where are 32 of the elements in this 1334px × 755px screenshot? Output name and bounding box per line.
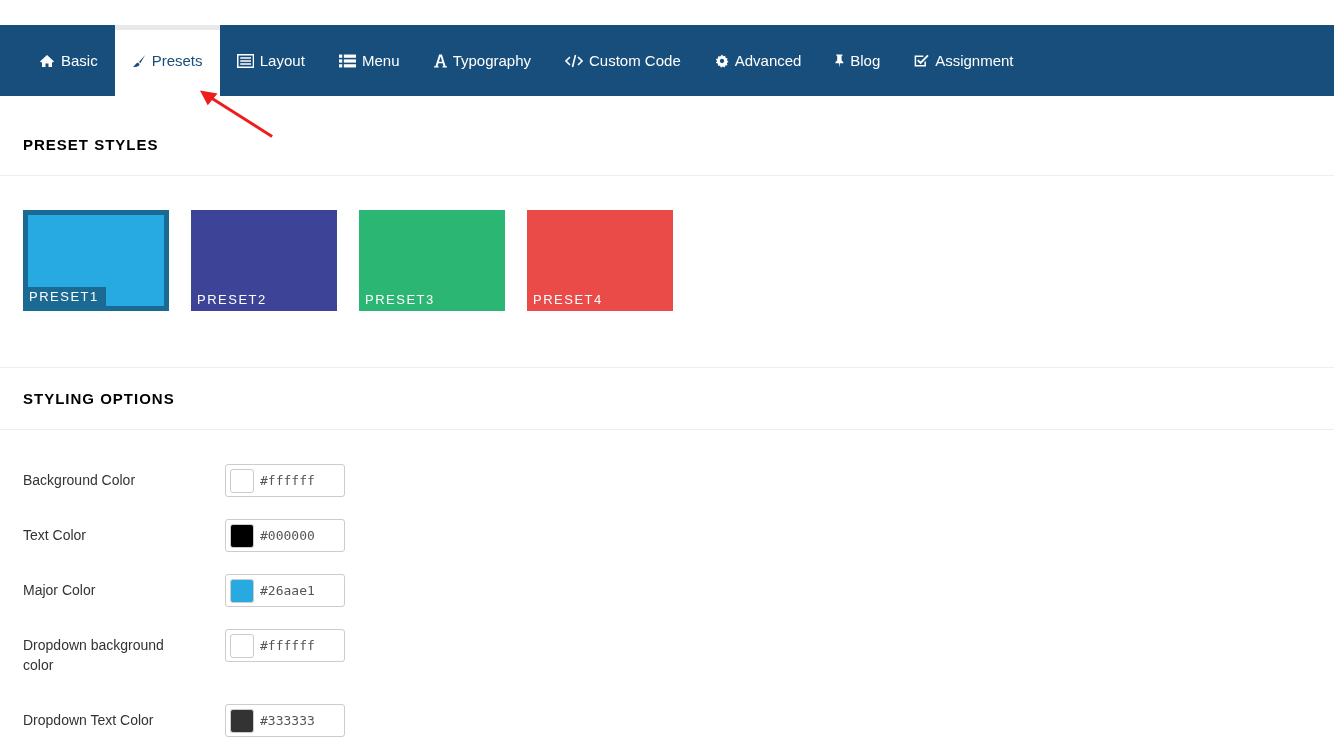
tab[interactable]: Presets: [114, 25, 220, 96]
tab[interactable]: Blog: [818, 25, 898, 96]
tab[interactable]: Menu: [321, 25, 417, 96]
section-heading: PRESET STYLES: [0, 96, 1334, 176]
tab[interactable]: Layout: [219, 25, 322, 96]
field-label: Major Color: [23, 581, 97, 600]
preset-swatch[interactable]: PRESET4: [527, 210, 673, 311]
checkbox-icon: [914, 53, 930, 68]
tab[interactable]: Advanced: [697, 25, 819, 96]
section-heading: STYLING OPTIONS: [0, 368, 1334, 430]
code-icon: [565, 53, 583, 68]
tab[interactable]: Custom Code: [548, 25, 698, 96]
font-icon: [433, 53, 447, 68]
list-icon: [338, 53, 357, 68]
tab[interactable]: Typography: [416, 25, 548, 96]
field-label: Text Color: [23, 526, 88, 545]
color-field[interactable]: #000000: [225, 519, 345, 552]
field-label: Dropdown background color: [23, 636, 165, 675]
preset-swatch[interactable]: PRESET1: [23, 210, 169, 311]
preset-swatch[interactable]: PRESET2: [191, 210, 337, 311]
color-field[interactable]: #333333: [225, 704, 345, 737]
color-field[interactable]: #ffffff: [225, 464, 345, 497]
home-icon: [39, 53, 55, 68]
field-label: Background Color: [23, 471, 137, 490]
tab[interactable]: Basic: [22, 25, 115, 96]
color-field[interactable]: #ffffff: [225, 629, 345, 662]
layout-icon: [236, 53, 254, 68]
color-field[interactable]: #26aae1: [225, 574, 345, 607]
gear-icon: [714, 53, 729, 68]
field-label: Dropdown Text Color: [23, 711, 155, 730]
pin-icon: [835, 53, 845, 68]
tab[interactable]: Assignment: [897, 25, 1031, 96]
